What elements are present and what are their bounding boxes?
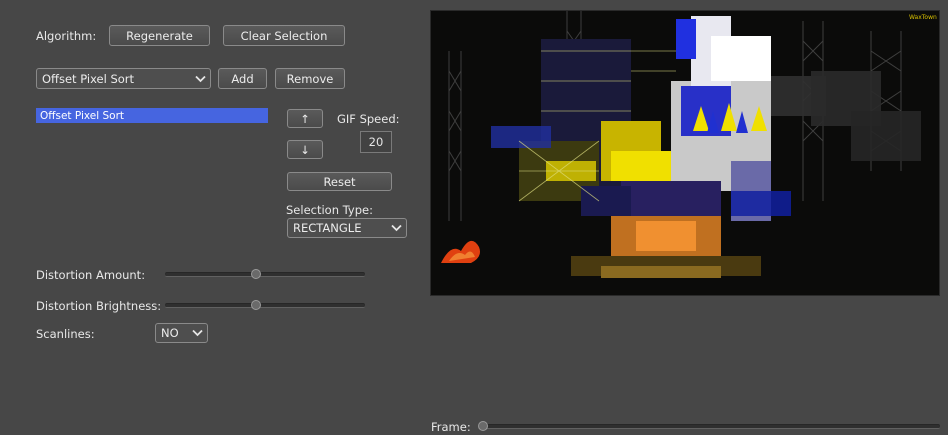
selection-type-label: Selection Type:: [286, 203, 373, 217]
watermark: WaxTown: [909, 14, 937, 21]
chevron-down-icon: [195, 72, 206, 86]
arrow-up-icon: ↑: [300, 111, 310, 126]
chevron-down-icon: [192, 326, 203, 340]
preview-image[interactable]: WaxTown: [430, 10, 940, 296]
chevron-down-icon: [391, 221, 402, 235]
selection-type-dropdown[interactable]: RECTANGLE: [287, 218, 407, 238]
move-down-button[interactable]: ↓: [287, 140, 323, 159]
launch-pad-image: WaxTown: [431, 11, 939, 295]
distortion-brightness-slider[interactable]: [165, 300, 365, 310]
effect-dropdown-value: Offset Pixel Sort: [42, 71, 135, 86]
distortion-brightness-label: Distortion Brightness:: [36, 299, 162, 313]
move-up-button[interactable]: ↑: [287, 109, 323, 128]
clear-selection-button[interactable]: Clear Selection: [223, 25, 345, 46]
scanlines-dropdown[interactable]: NO: [155, 323, 208, 343]
frame-slider[interactable]: [478, 421, 940, 431]
gif-speed-label: GIF Speed:: [337, 112, 400, 126]
scanlines-label: Scanlines:: [36, 327, 95, 341]
arrow-down-icon: ↓: [300, 142, 310, 157]
add-button[interactable]: Add: [218, 68, 267, 89]
distortion-amount-label: Distortion Amount:: [36, 268, 146, 282]
frame-label: Frame:: [431, 420, 471, 434]
distortion-amount-slider[interactable]: [165, 269, 365, 279]
remove-button[interactable]: Remove: [275, 68, 345, 89]
reset-button[interactable]: Reset: [287, 172, 392, 191]
list-item[interactable]: Offset Pixel Sort: [36, 108, 268, 123]
frame-thumb[interactable]: [478, 421, 488, 431]
effects-list[interactable]: Offset Pixel Sort: [36, 107, 268, 237]
algorithm-label: Algorithm:: [36, 29, 97, 43]
scanlines-value: NO: [161, 326, 179, 340]
distortion-brightness-thumb[interactable]: [251, 300, 261, 310]
gif-speed-field[interactable]: 20: [360, 131, 392, 153]
effect-dropdown[interactable]: Offset Pixel Sort: [36, 68, 211, 89]
distortion-amount-thumb[interactable]: [251, 269, 261, 279]
regenerate-button[interactable]: Regenerate: [109, 25, 210, 46]
selection-type-value: RECTANGLE: [293, 221, 362, 235]
